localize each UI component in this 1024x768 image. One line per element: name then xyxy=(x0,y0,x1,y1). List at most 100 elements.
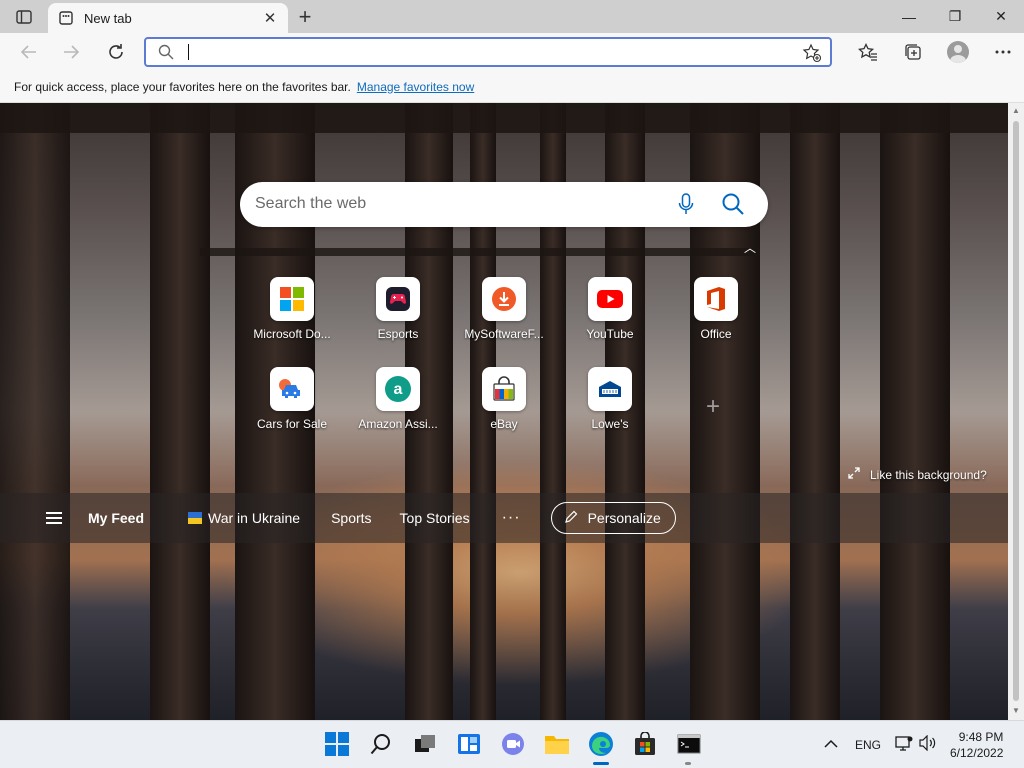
widgets-button[interactable] xyxy=(456,731,482,757)
address-bar[interactable] xyxy=(144,37,832,67)
web-search-placeholder: Search the web xyxy=(255,195,367,212)
ukraine-flag-icon xyxy=(188,512,203,524)
clock-date: 6/12/2022 xyxy=(950,746,1004,760)
tile-label: Lowe's xyxy=(591,417,629,431)
collections-icon xyxy=(904,44,921,60)
personalize-button[interactable]: Personalize xyxy=(550,502,676,534)
tab-close-icon[interactable]: ✕ xyxy=(260,8,280,28)
tile-label: Office xyxy=(700,327,732,341)
background-pier xyxy=(790,103,840,720)
back-button[interactable] xyxy=(14,38,44,66)
lowes-icon xyxy=(588,367,632,411)
tab-actions-button[interactable] xyxy=(10,6,38,28)
taskbar-search-icon xyxy=(370,734,390,755)
show-hidden-icons-chevron-icon[interactable] xyxy=(824,737,838,751)
favorites-bar: For quick access, place your favorites h… xyxy=(0,71,1024,103)
microphone-icon[interactable] xyxy=(678,193,694,220)
add-site-icon[interactable]: + xyxy=(706,393,720,421)
tile-label: Cars for Sale xyxy=(256,417,328,431)
microsoft-store-button[interactable] xyxy=(632,731,658,757)
quick-link-tile[interactable]: YouTube xyxy=(565,277,655,341)
new-tab-page: Search the web ︿ Microsoft Do... Esports… xyxy=(0,103,1008,720)
gamepad-icon xyxy=(376,277,420,321)
scroll-down-icon[interactable]: ▼ xyxy=(1012,707,1020,715)
refresh-icon xyxy=(109,44,123,59)
quick-link-tile[interactable]: Office xyxy=(671,277,761,341)
avatar-icon xyxy=(946,41,969,63)
collections-button[interactable] xyxy=(890,37,935,67)
hamburger-menu-icon[interactable] xyxy=(46,512,62,524)
quick-link-tile[interactable]: eBay xyxy=(459,367,549,431)
command-prompt-icon xyxy=(677,734,701,754)
download-icon xyxy=(482,277,526,321)
office-icon xyxy=(694,277,738,321)
text-caret xyxy=(188,44,189,60)
quick-link-tile[interactable]: Cars for Sale xyxy=(247,367,337,431)
volume-icon[interactable] xyxy=(919,734,937,754)
restore-button[interactable]: ❐ xyxy=(932,0,978,33)
svg-text:a: a xyxy=(394,381,403,398)
background-deck xyxy=(0,103,1008,133)
folder-icon xyxy=(545,736,569,754)
store-bag-icon xyxy=(635,732,655,755)
terminal-button[interactable] xyxy=(676,731,702,757)
manage-favorites-link[interactable]: Manage favorites now xyxy=(357,80,474,94)
feed-tab-top-stories[interactable]: Top Stories xyxy=(400,510,470,526)
address-input[interactable] xyxy=(194,42,794,62)
terminal-running-indicator xyxy=(685,762,691,765)
forward-arrow-icon xyxy=(64,45,79,59)
network-icon[interactable] xyxy=(895,735,913,754)
chat-button[interactable] xyxy=(500,731,526,757)
like-background-label: Like this background? xyxy=(870,467,987,482)
ebay-bag-icon xyxy=(482,367,526,411)
input-language[interactable]: ENG xyxy=(855,738,881,752)
quick-link-tile[interactable]: a Amazon Assi... xyxy=(353,367,443,431)
feed-tab-sports[interactable]: Sports xyxy=(331,510,371,526)
forward-button[interactable] xyxy=(56,38,86,66)
new-tab-button[interactable]: + xyxy=(292,4,318,29)
background-pier-left xyxy=(0,103,70,720)
page-scrollbar[interactable]: ▲ ▼ xyxy=(1008,103,1024,720)
quick-link-tile[interactable]: MySoftwareF... xyxy=(459,277,549,341)
background-pier xyxy=(150,103,210,720)
tab-actions-icon xyxy=(16,10,32,24)
tab-title: New tab xyxy=(84,10,132,26)
task-view-icon xyxy=(415,735,435,752)
quick-link-tile[interactable]: Microsoft Do... xyxy=(247,277,337,341)
clock-time: 9:48 PM xyxy=(958,730,1004,744)
edge-browser-button[interactable] xyxy=(588,731,614,757)
feed-tab-my-feed[interactable]: My Feed xyxy=(88,510,144,526)
web-search-icon[interactable] xyxy=(721,192,745,221)
tile-label: MySoftwareF... xyxy=(464,327,544,341)
task-view-button[interactable] xyxy=(412,731,438,757)
favorites-button[interactable] xyxy=(845,37,890,67)
collapse-tiles-icon[interactable]: ︿ xyxy=(744,239,756,256)
pencil-icon xyxy=(564,510,578,527)
like-background-button[interactable]: Like this background? xyxy=(848,467,987,482)
scroll-up-icon[interactable]: ▲ xyxy=(1012,107,1020,115)
feed-tab-war-in-ukraine[interactable]: War in Ukraine xyxy=(188,510,300,526)
tile-label: Esports xyxy=(377,327,419,341)
taskbar-clock[interactable]: 9:48 PM 6/12/2022 xyxy=(950,729,1003,761)
profile-button[interactable] xyxy=(935,37,980,67)
browser-toolbar xyxy=(0,33,1024,71)
refresh-button[interactable] xyxy=(101,38,131,66)
file-explorer-button[interactable] xyxy=(544,731,570,757)
tab-new-tab[interactable]: New tab ✕ xyxy=(48,3,288,33)
quick-link-tile[interactable]: Lowe's xyxy=(565,367,655,431)
more-dots-icon xyxy=(995,50,1010,54)
favorites-icon xyxy=(857,43,877,61)
start-button[interactable] xyxy=(324,731,350,757)
settings-more-button[interactable] xyxy=(980,37,1024,67)
edge-icon xyxy=(589,732,613,756)
quick-link-tile[interactable]: Esports xyxy=(353,277,443,341)
taskbar-search-button[interactable] xyxy=(368,731,394,757)
minimize-button[interactable]: — xyxy=(886,0,932,33)
add-favorite-icon[interactable] xyxy=(802,43,822,68)
web-search-box[interactable]: Search the web xyxy=(240,182,768,227)
car-icon xyxy=(270,367,314,411)
feed-more-button[interactable]: ··· xyxy=(502,509,521,527)
scrollbar-thumb[interactable] xyxy=(1013,121,1019,701)
close-window-button[interactable]: ✕ xyxy=(978,0,1024,33)
microsoft-logo-icon xyxy=(270,277,314,321)
